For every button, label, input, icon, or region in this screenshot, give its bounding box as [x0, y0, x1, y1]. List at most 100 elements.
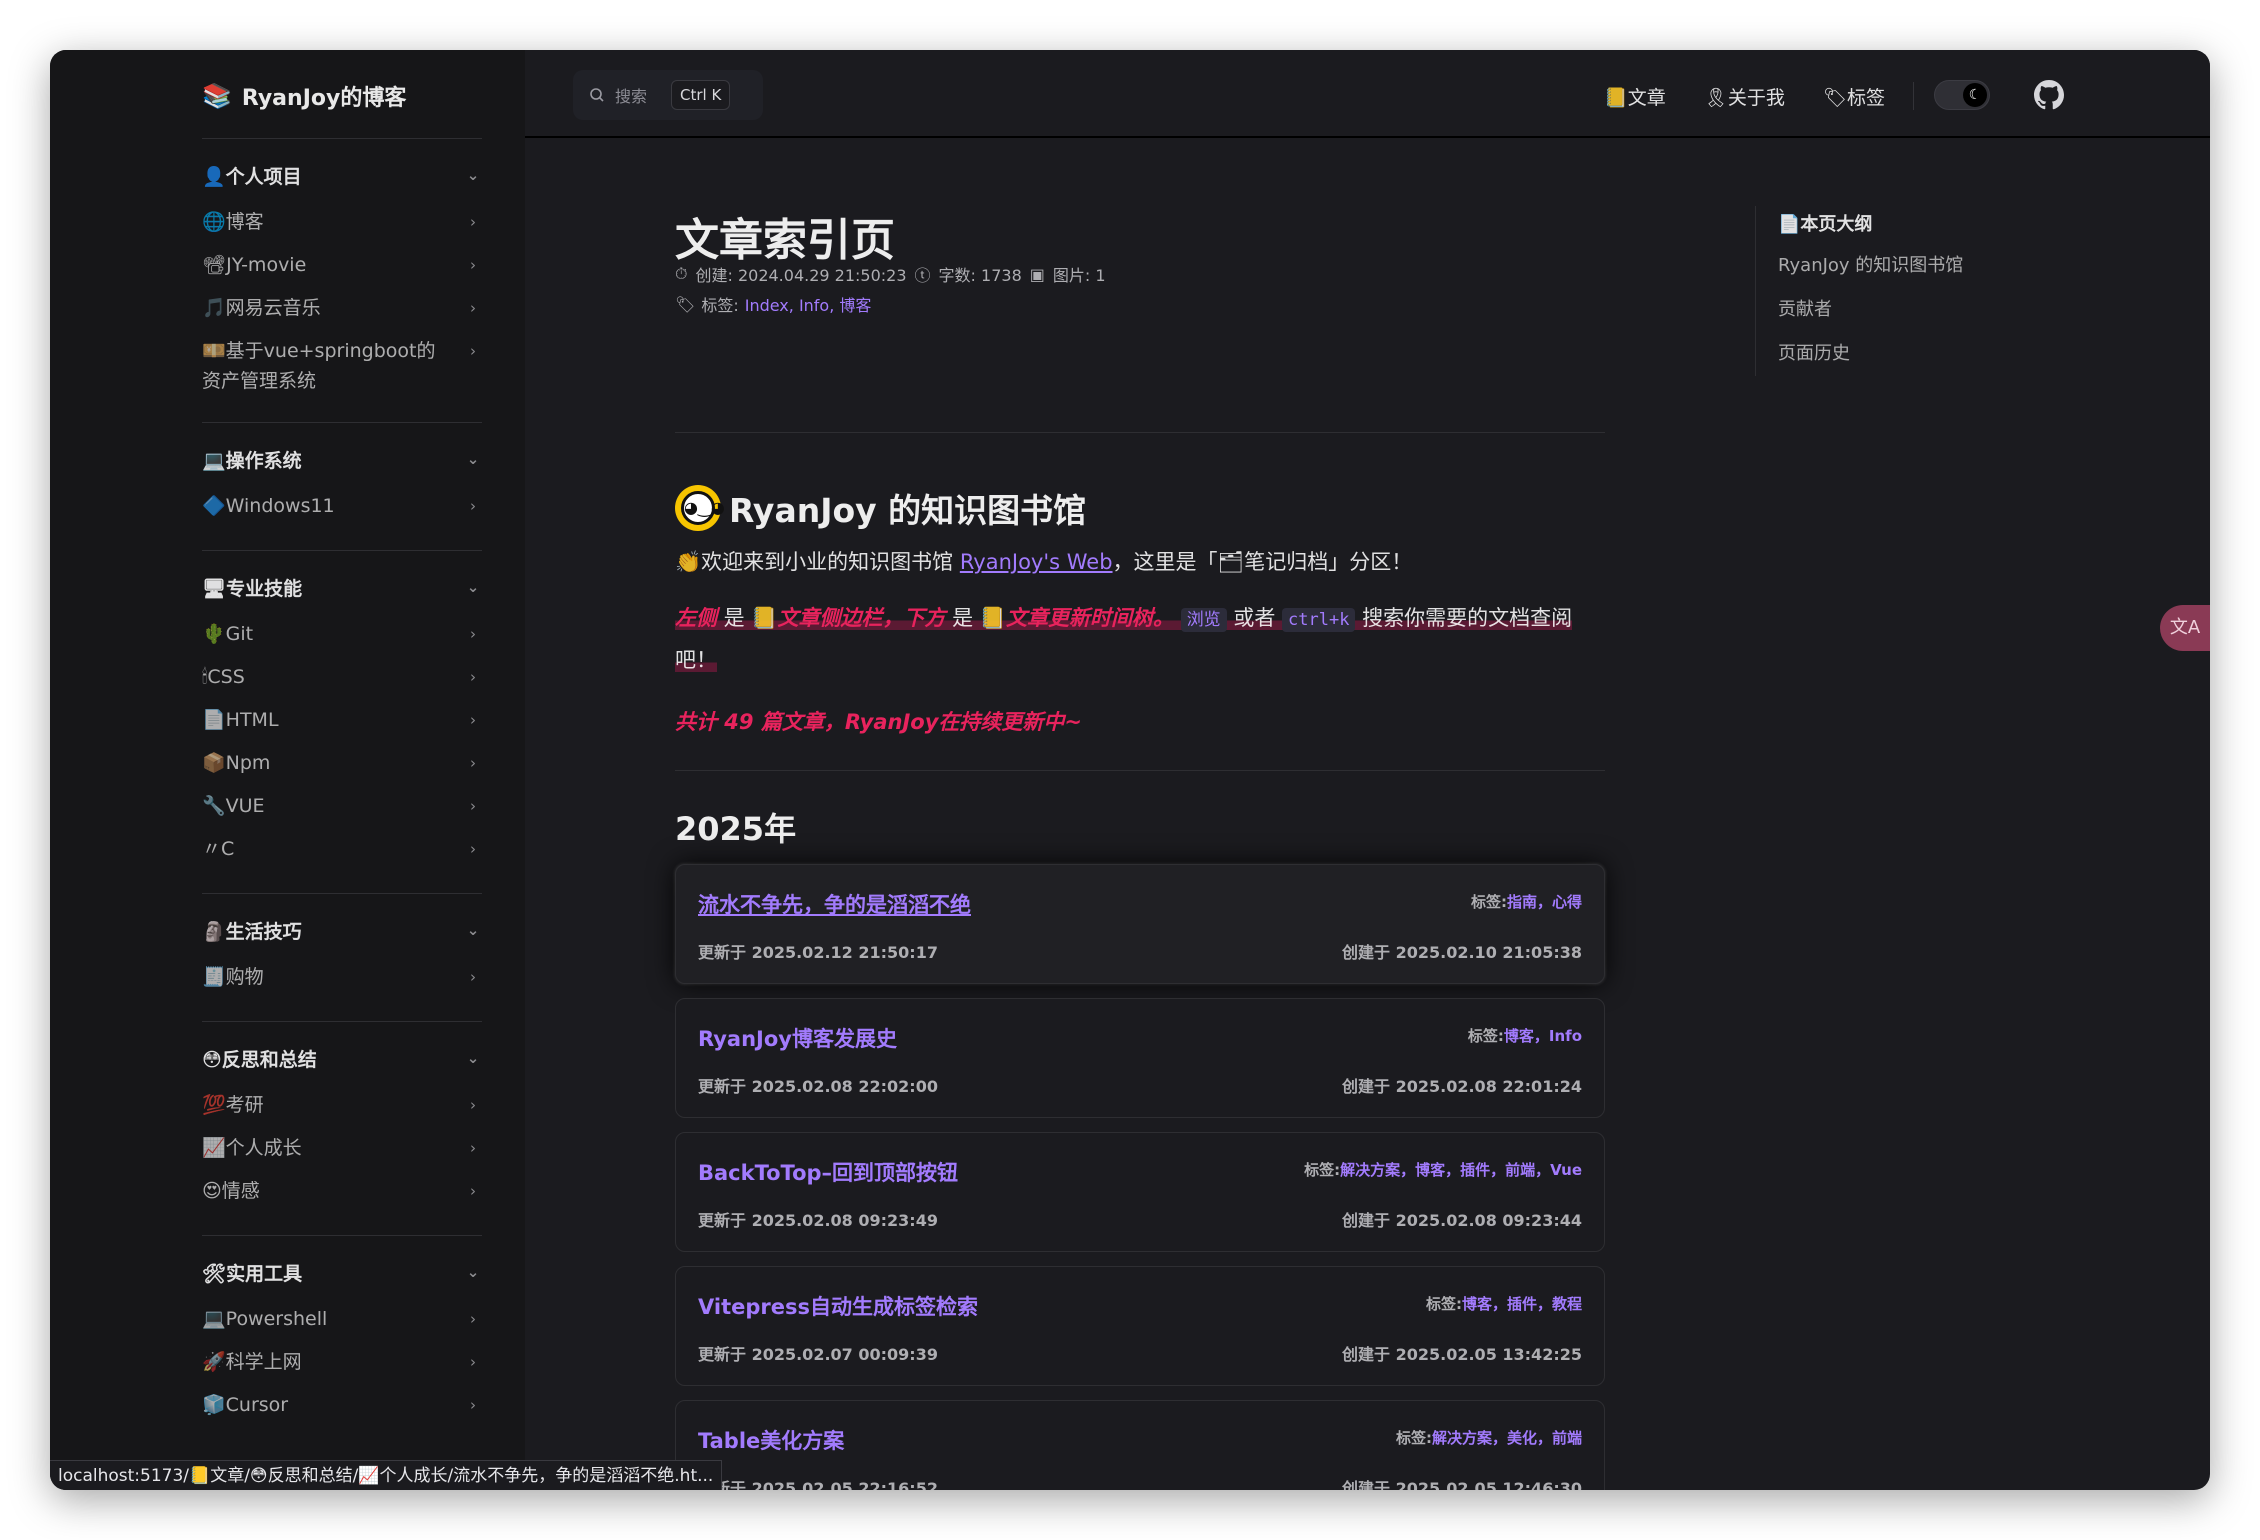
sidebar-section-header[interactable]: 💻操作系统 ⌄	[202, 437, 482, 481]
nav-link-about[interactable]: 🎗关于我	[1704, 83, 1785, 110]
sidebar-item[interactable]: 😍情感 ›	[202, 1166, 482, 1209]
text: 是 📒	[717, 606, 778, 630]
translate-button[interactable]: 文A	[2160, 605, 2210, 651]
page-title: 文章索引页	[675, 215, 895, 266]
tags-value[interactable]: 解决方案，美化，前端	[1432, 1429, 1582, 1447]
tags-value[interactable]: 指南，心得	[1507, 893, 1582, 911]
tags-value[interactable]: 解决方案，博客，插件，前端，Vue	[1340, 1161, 1582, 1179]
sidebar-item[interactable]: 🔷Windows11 ›	[202, 481, 482, 524]
chevron-right-icon: ›	[470, 256, 476, 274]
outline-title: 📄本页大纲	[1778, 214, 1873, 235]
text: 或者	[1226, 606, 1283, 630]
article-card[interactable]: 流水不争先，争的是滔滔不绝 标签:指南，心得 更新于 2025.02.12 21:5…	[675, 864, 1605, 984]
chevron-down-icon: ⌄	[466, 1263, 480, 1281]
sidebar-section-header[interactable]: 👤个人项目 ⌄	[202, 153, 482, 197]
created-date: 创建于 2025.02.10 21:05:38	[1342, 943, 1582, 962]
sidebar-item[interactable]: 💯考研 ›	[202, 1080, 482, 1123]
sidebar-item[interactable]: 📦Npm ›	[202, 738, 482, 781]
sidebar-item[interactable]: 🚀科学上网 ›	[202, 1337, 482, 1380]
nav-links: 📒文章 🎗关于我 🏷标签	[1604, 74, 1885, 118]
outline-item[interactable]: 贡献者	[1778, 288, 2015, 332]
article-card[interactable]: Table美化方案 标签:解决方案，美化，前端 更新于 2025.02.05 22:…	[675, 1400, 1605, 1490]
chevron-right-icon: ›	[470, 968, 476, 986]
article-title[interactable]: 流水不争先，争的是滔滔不绝	[698, 889, 971, 919]
tags-value[interactable]: 博客，Info	[1504, 1027, 1582, 1045]
tags-value[interactable]: Index, Info, 博客	[745, 292, 872, 316]
intro-paragraph: 左侧 是 📒文章侧边栏，下方 是 📒文章更新时间树。 浏览 或者 ctrl+k …	[675, 598, 1605, 680]
article-title[interactable]: RyanJoy博客发展史	[698, 1023, 897, 1053]
sidebar-sections: 👤个人项目 ⌄ 🌐博客 › 📽JY-movie › 🎵网易云音乐 › 💴基于vue+spring…	[202, 138, 482, 1449]
nav-link-articles[interactable]: 📒文章	[1604, 83, 1666, 110]
tag-icon: 🏷	[675, 294, 696, 314]
article-card[interactable]: BackToTop–回到顶部按钮 标签:解决方案，博客，插件，前端，Vue 更新于 …	[675, 1132, 1605, 1252]
article-title[interactable]: BackToTop–回到顶部按钮	[698, 1157, 958, 1187]
article-total: 共计 49 篇文章，RyanJoy在持续更新中~	[675, 710, 1083, 734]
tags-label: 标签:	[1304, 1161, 1341, 1179]
article-title[interactable]: Vitepress自动生成标签检索	[698, 1291, 978, 1321]
article-title[interactable]: Table美化方案	[698, 1425, 844, 1455]
sidebar-item-label: 〃C	[202, 838, 235, 860]
sidebar-section-header[interactable]: 🗿生活技巧 ⌄	[202, 908, 482, 952]
link-status-bar: localhost:5173/📒文章/😳反思和总结/📈个人成长/流水不争先，争的…	[50, 1460, 723, 1490]
sidebar-item[interactable]: 🔧VUE ›	[202, 781, 482, 824]
sidebar-item[interactable]: 🌵Git ›	[202, 609, 482, 652]
article-card[interactable]: RyanJoy博客发展史 标签:博客，Info 更新于 2025.02.08 22:…	[675, 998, 1605, 1118]
article-tags: 标签:指南，心得	[1471, 891, 1582, 912]
welcome-suffix: ，这里是「🗂笔记归档」分区！	[1112, 550, 1413, 574]
sidebar-item[interactable]: 🌐博客 ›	[202, 197, 482, 240]
chevron-right-icon: ›	[470, 1396, 476, 1414]
article-list: 流水不争先，争的是滔滔不绝 标签:指南，心得 更新于 2025.02.12 21:5…	[675, 864, 1605, 1490]
theme-toggle[interactable]: ☾	[1934, 80, 1990, 110]
sidebar-item-label: 🔧VUE	[202, 795, 265, 817]
chevron-right-icon: ›	[470, 299, 476, 317]
chevron-down-icon: ⌄	[466, 921, 480, 939]
site-brand[interactable]: 📚 RyanJoy的博客	[202, 74, 406, 118]
outline-item[interactable]: RyanJoy 的知识图书馆	[1778, 244, 2015, 288]
sidebar-section-header[interactable]: 😳反思和总结 ⌄	[202, 1036, 482, 1080]
chevron-right-icon: ›	[470, 1182, 476, 1200]
sidebar-item[interactable]: 〃C ›	[202, 824, 482, 867]
chevron-right-icon: ›	[470, 754, 476, 772]
created-date: 创建于 2025.02.05 12:46:30	[1342, 1479, 1582, 1490]
image-icon: ▣	[1029, 264, 1045, 284]
chevron-right-icon: ›	[470, 711, 476, 729]
sidebar-item[interactable]: 🧊Cursor ›	[202, 1380, 482, 1423]
sidebar-item-label: 🔷Windows11	[202, 495, 335, 517]
github-icon[interactable]	[2034, 80, 2064, 110]
welcome-text: 👏欢迎来到小业的知识图书馆 RyanJoy's Web，这里是「🗂笔记归档」分区…	[675, 546, 1412, 576]
created-date: 创建于 2025.02.08 09:23:44	[1342, 1211, 1582, 1230]
sidebar-section: 😳反思和总结 ⌄ 💯考研 › 📈个人成长 › 😍情感 ›	[202, 1021, 482, 1235]
divider	[675, 770, 1605, 771]
chevron-right-icon: ›	[470, 625, 476, 643]
sidebar-section-title: 🛠实用工具	[202, 1262, 303, 1285]
top-nav: 搜索 Ctrl K 📒文章 🎗关于我 🏷标签 ☾	[525, 50, 2210, 138]
sidebar-section: 👤个人项目 ⌄ 🌐博客 › 📽JY-movie › 🎵网易云音乐 › 💴基于vue+spring…	[202, 138, 482, 422]
sidebar-item-label: 📦Npm	[202, 752, 271, 774]
text: 是 📒	[945, 606, 1006, 630]
sidebar-section-header[interactable]: 🖥专业技能 ⌄	[202, 565, 482, 609]
outline-item[interactable]: 页面历史	[1778, 332, 2015, 376]
sidebar-item[interactable]: 🧾购物 ›	[202, 952, 482, 995]
sidebar-item[interactable]: 📈个人成长 ›	[202, 1123, 482, 1166]
word-count: 字数: 1738	[938, 266, 1022, 285]
sidebar-item[interactable]: 📽JY-movie ›	[202, 240, 482, 283]
sidebar-item[interactable]: 🎵网易云音乐 ›	[202, 283, 482, 326]
article-card[interactable]: Vitepress自动生成标签检索 标签:博客，插件，教程 更新于 2025.02.…	[675, 1266, 1605, 1386]
chevron-down-icon: ⌄	[466, 578, 480, 596]
sidebar-item-label: 😍情感	[202, 1180, 260, 1202]
sidebar-item-label: 🚀科学上网	[202, 1351, 302, 1373]
search-button[interactable]: 搜索 Ctrl K	[573, 70, 763, 120]
sidebar-item[interactable]: 🕯CSS ›	[202, 652, 482, 695]
web-link[interactable]: RyanJoy's Web	[960, 550, 1113, 574]
sidebar-item[interactable]: 💻Powershell ›	[202, 1294, 482, 1337]
tags-value[interactable]: 博客，插件，教程	[1462, 1295, 1582, 1313]
sidebar-section-header[interactable]: 🛠实用工具 ⌄	[202, 1250, 482, 1294]
books-icon: 📚	[202, 82, 232, 110]
sidebar-item[interactable]: 💴基于vue+springboot的资产管理系统 ›	[202, 326, 482, 396]
chevron-down-icon: ⌄	[466, 1049, 480, 1067]
sidebar-item[interactable]: 📄HTML ›	[202, 695, 482, 738]
section-heading: ◕‿◕ RyanJoy 的知识图书馆	[675, 484, 1086, 532]
chevron-right-icon: ›	[470, 1096, 476, 1114]
chevron-right-icon: ›	[470, 1310, 476, 1328]
nav-link-tags[interactable]: 🏷标签	[1823, 83, 1885, 110]
